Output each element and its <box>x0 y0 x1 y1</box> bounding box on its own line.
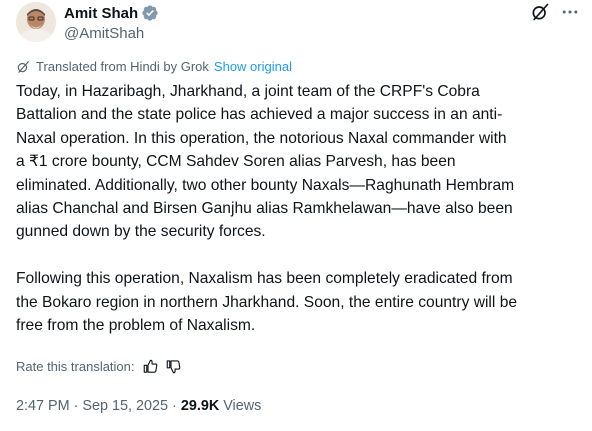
show-original-link[interactable]: Show original <box>214 59 292 74</box>
meta-separator: · <box>172 398 177 414</box>
rate-translation: Rate this translation: <box>16 359 181 374</box>
author-display-name[interactable]: Amit Shah <box>64 5 138 22</box>
grok-icon[interactable] <box>530 2 550 22</box>
more-icon[interactable] <box>560 2 580 22</box>
meta-separator: · <box>73 398 79 414</box>
views-label: Views <box>223 398 262 414</box>
translation-note: Translated from Hindi by Grok Show origi… <box>16 59 292 74</box>
tweet-line: Battalion and the state police has achie… <box>16 106 503 124</box>
author-handle[interactable]: @AmitShah <box>64 25 159 42</box>
tweet-line: a ₹1 crore bounty, CCM Sahdev Soren alia… <box>16 153 456 171</box>
tweet-text: Today, in Hazaribagh, Jharkhand, a joint… <box>16 80 582 337</box>
tweet-line: alias Chanchal and Birsen Ganjhu alias R… <box>16 200 513 218</box>
tweet-date[interactable]: Sep 15, 2025 <box>82 398 168 414</box>
author-names: Amit Shah @AmitShah <box>64 3 159 42</box>
header-actions <box>530 2 580 22</box>
tweet-time[interactable]: 2:47 PM <box>16 398 70 414</box>
views-count[interactable]: 29.9K <box>181 398 219 414</box>
thumbs-down-icon[interactable] <box>166 359 181 374</box>
tweet-line: Naxal operation. In this operation, the … <box>16 129 507 147</box>
profile-photo-icon <box>16 2 56 42</box>
rate-translation-label: Rate this translation: <box>16 359 135 374</box>
tweet-line: free from the problem of Naxalism. <box>16 317 256 335</box>
tweet-line: eliminated. Additionally, two other boun… <box>16 176 515 194</box>
verified-badge-icon[interactable] <box>141 4 159 22</box>
tweet-line: Following this operation, Naxalism has b… <box>16 270 513 288</box>
tweet-line: gunned down by the security forces. <box>16 223 266 241</box>
translation-note-text: Translated from Hindi by Grok <box>36 59 209 74</box>
tweet-line: Today, in Hazaribagh, Jharkhand, a joint… <box>16 83 480 100</box>
avatar[interactable] <box>16 2 56 42</box>
tweet-header: Amit Shah @AmitShah <box>16 2 580 46</box>
tweet-line: the Bokaro region in northern Jharkhand.… <box>16 293 518 311</box>
tweet-meta: 2:47 PM · Sep 15, 2025 · 29.9K Views <box>16 398 261 414</box>
grok-translate-icon <box>17 60 29 73</box>
thumbs-up-icon[interactable] <box>143 359 158 374</box>
